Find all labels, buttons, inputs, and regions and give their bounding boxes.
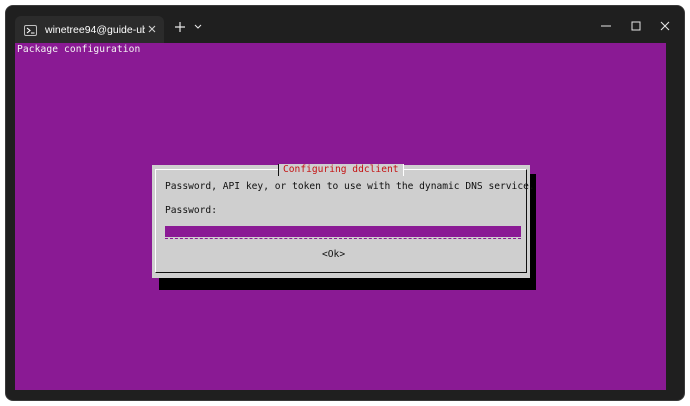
ddclient-dialog: Configuring ddclient Password, API key, …: [152, 164, 535, 278]
title-bar: winetree94@guide-ubuntu: ~: [6, 6, 684, 44]
new-tab-plus-icon[interactable]: [174, 21, 186, 33]
tab-close-icon[interactable]: [146, 23, 158, 35]
close-window-icon[interactable]: [658, 19, 672, 33]
chevron-down-icon[interactable]: [193, 23, 203, 31]
password-field[interactable]: [165, 226, 521, 237]
terminal-window: winetree94@guide-ubuntu: ~ Package confi…: [5, 5, 685, 401]
terminal-tab[interactable]: winetree94@guide-ubuntu: ~: [15, 16, 164, 44]
terminal-area[interactable]: Package configuration Configuring ddclie…: [15, 43, 666, 390]
package-configuration-header: Package configuration: [17, 44, 141, 55]
password-label: Password:: [165, 205, 217, 216]
terminal-icon: [24, 24, 37, 36]
dialog-frame: Configuring ddclient Password, API key, …: [155, 164, 535, 273]
maximize-icon[interactable]: [629, 19, 643, 33]
password-field-underline: [165, 238, 521, 239]
dialog-title: Configuring ddclient: [278, 164, 404, 176]
ok-button[interactable]: <Ok>: [322, 249, 345, 260]
tab-title: winetree94@guide-ubuntu: ~: [45, 24, 145, 36]
minimize-icon[interactable]: [599, 19, 613, 33]
dialog-prompt: Password, API key, or token to use with …: [165, 181, 535, 192]
